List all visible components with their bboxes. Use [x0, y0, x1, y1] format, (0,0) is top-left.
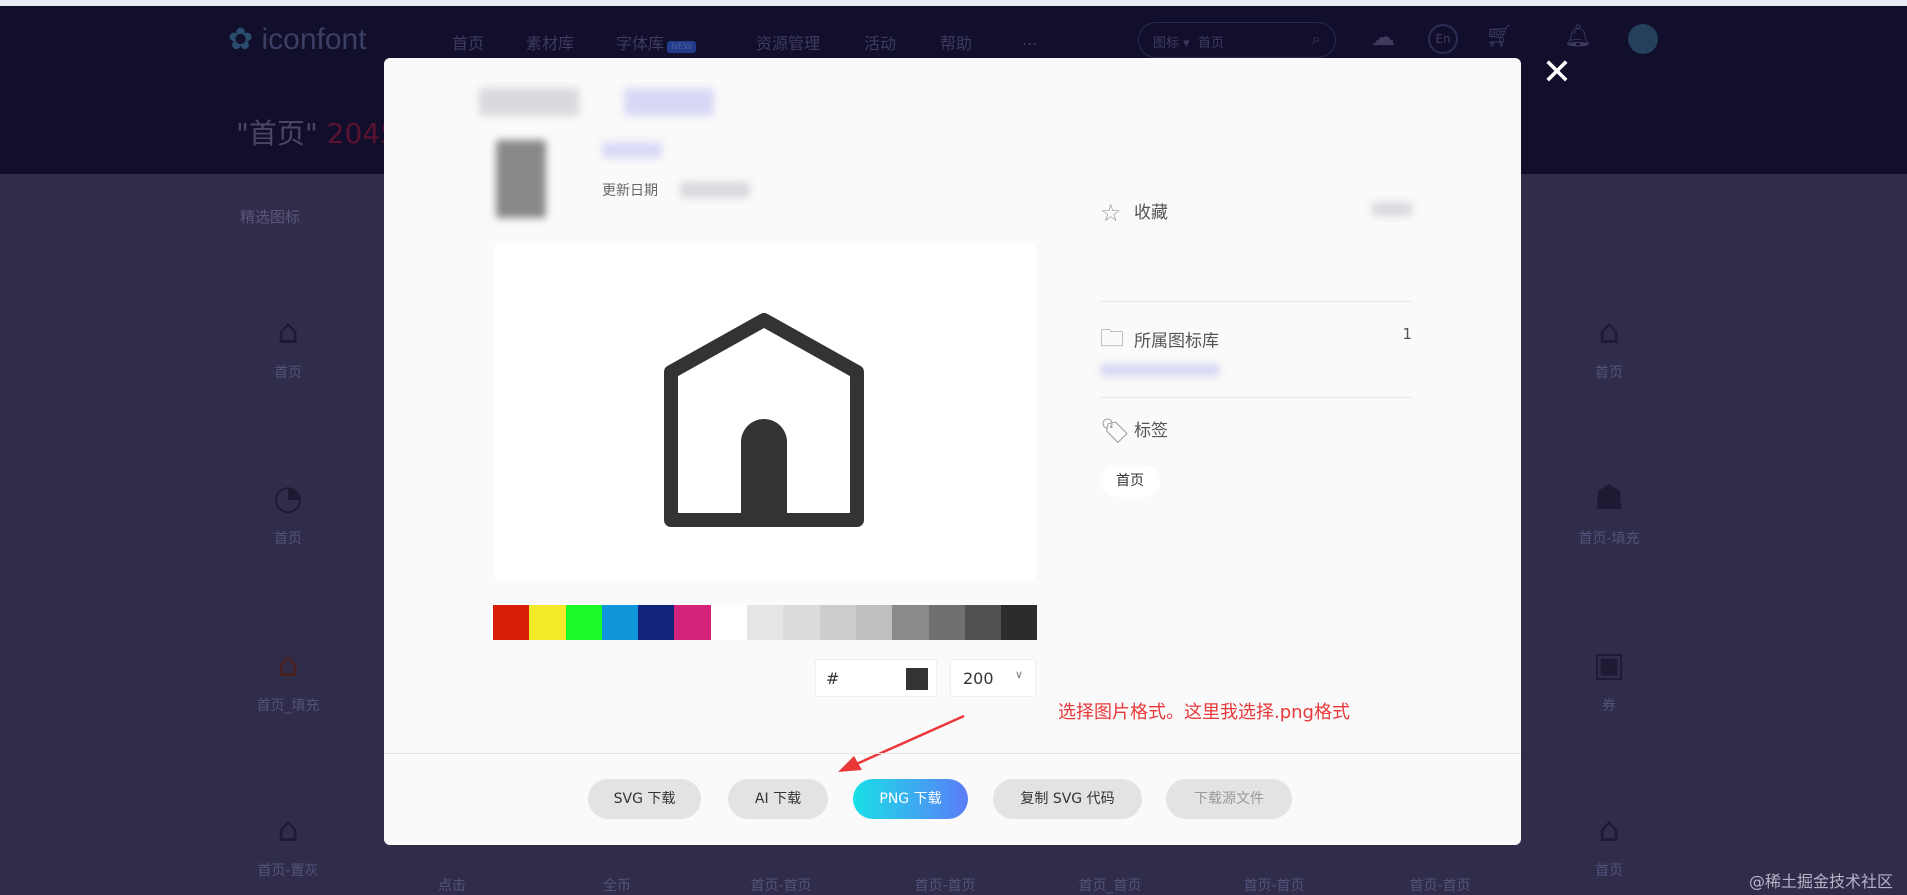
- bg-icon-card[interactable]: ◔ 首页: [208, 478, 368, 548]
- redacted-date: [680, 182, 750, 198]
- nav-resources[interactable]: 资源管理: [756, 30, 820, 54]
- nav-more[interactable]: ...: [1022, 30, 1037, 49]
- color-swatch[interactable]: [565, 605, 602, 640]
- watermark: @稀土掘金技术社区: [1748, 872, 1893, 891]
- hex-color-input[interactable]: #: [815, 659, 937, 697]
- site-logo[interactable]: ✿ iconfont: [228, 22, 367, 57]
- copy-svg-code-button[interactable]: 复制 SVG 代码: [993, 779, 1142, 819]
- png-download-button[interactable]: PNG 下载: [853, 779, 968, 819]
- redacted-favorite-count: [1372, 202, 1412, 216]
- search-box[interactable]: 图标 ▾ 首页 ⌕: [1138, 22, 1336, 58]
- home-icon: [664, 313, 864, 527]
- color-swatch[interactable]: [493, 605, 530, 640]
- home-filled-icon: ☗: [1593, 478, 1625, 518]
- icon-preview: [493, 244, 1036, 580]
- bg-icon-card[interactable]: ▣ 券: [1529, 645, 1689, 715]
- color-swatch[interactable]: [855, 605, 893, 640]
- color-swatch[interactable]: [710, 605, 748, 640]
- home-smile-icon: ⌂: [277, 810, 299, 850]
- annotation-text: 选择图片格式。这里我选择.png格式: [1058, 702, 1350, 723]
- color-swatch[interactable]: [747, 605, 784, 640]
- nav-fonts[interactable]: 字体库 NEW: [616, 30, 697, 54]
- close-icon[interactable]: ✕: [1540, 55, 1574, 92]
- bg-icon-card[interactable]: ⌂ 首页_填充: [208, 645, 368, 715]
- home-icon: ⌂: [277, 312, 299, 352]
- download-source-button[interactable]: 下载源文件: [1166, 779, 1292, 819]
- bg-icon-card[interactable]: ⌂ 首页-置灰: [208, 810, 368, 880]
- bg-icon-card[interactable]: ☗ 首页-填充: [1529, 478, 1689, 548]
- divider: [1100, 301, 1412, 302]
- redacted-author-link: [624, 88, 714, 116]
- home-icon: ⌂: [1598, 312, 1620, 352]
- nav-home[interactable]: 首页: [452, 30, 484, 54]
- bg-icon-label[interactable]: 全币: [537, 875, 697, 895]
- current-color-swatch[interactable]: [906, 668, 928, 690]
- bg-icon-card[interactable]: ⌂ 首页: [1529, 810, 1689, 880]
- bell-icon[interactable]: 🔔︎: [1563, 24, 1593, 54]
- nav-activities[interactable]: 活动: [864, 30, 896, 54]
- footer-divider: [384, 753, 1521, 754]
- avatar[interactable]: [1628, 24, 1658, 54]
- cart-icon[interactable]: 🛒︎: [1484, 24, 1514, 54]
- library-row: 🗀 所属图标库 1: [1100, 321, 1412, 362]
- color-palette: [493, 605, 1038, 640]
- color-swatch[interactable]: [964, 605, 1002, 640]
- bg-icon-label[interactable]: 首页-首页: [1194, 875, 1354, 895]
- color-swatch[interactable]: [638, 605, 675, 640]
- chevron-down-icon: ∨: [1014, 668, 1023, 681]
- home-filled-icon: ⌂: [277, 645, 299, 685]
- bg-icon-label[interactable]: 首页-首页: [1360, 875, 1520, 895]
- ai-download-button[interactable]: AI 下载: [728, 779, 828, 819]
- color-swatch[interactable]: [674, 605, 711, 640]
- svg-download-button[interactable]: SVG 下载: [588, 779, 701, 819]
- tag-icon: 🏷︎: [1100, 417, 1131, 445]
- divider: [1100, 397, 1412, 398]
- bg-icon-label[interactable]: 首页-首页: [865, 875, 1025, 895]
- update-date-label: 更新日期: [602, 183, 658, 199]
- color-swatch[interactable]: [819, 605, 856, 640]
- annotation-arrow: [838, 714, 965, 772]
- star-icon: ☆: [1100, 199, 1122, 227]
- pig-icon: ◔: [273, 478, 303, 518]
- bg-icon-label[interactable]: 首页_首页: [1030, 875, 1190, 895]
- redacted-library-link[interactable]: [1100, 364, 1220, 376]
- size-select[interactable]: 200 ∨: [950, 659, 1036, 697]
- search-type-select[interactable]: 图标 ▾: [1153, 36, 1190, 51]
- favorite-row[interactable]: ☆ 收藏: [1100, 198, 1412, 227]
- bg-icon-card[interactable]: ⌂ 首页: [1529, 312, 1689, 382]
- color-swatch[interactable]: [892, 605, 929, 640]
- language-toggle[interactable]: En: [1428, 24, 1458, 54]
- tag-chip[interactable]: 首页: [1100, 465, 1160, 497]
- bg-icon-label[interactable]: 首页-首页: [701, 875, 861, 895]
- redacted-icon-name: [479, 88, 579, 116]
- nav-materials[interactable]: 素材库: [526, 30, 574, 54]
- search-input[interactable]: 首页: [1198, 36, 1224, 51]
- logo-text: iconfont: [261, 23, 367, 56]
- library-count: 1: [1402, 325, 1412, 343]
- color-swatch[interactable]: [529, 605, 566, 640]
- redacted-author: [602, 142, 662, 158]
- search-icon[interactable]: ⌕: [1312, 29, 1321, 49]
- filter-featured[interactable]: 精选图标: [240, 206, 300, 227]
- color-swatch[interactable]: [601, 605, 639, 640]
- tags-row: 🏷︎ 标签: [1100, 417, 1168, 445]
- bg-icon-card[interactable]: ⌂ 首页: [208, 312, 368, 382]
- color-swatch[interactable]: [928, 605, 965, 640]
- folder-list-icon: 🗀: [1100, 324, 1124, 352]
- nav-help[interactable]: 帮助: [940, 30, 972, 54]
- new-badge: NEW: [667, 41, 697, 53]
- icon-detail-modal: 更新日期 # 200 ∨ 选择图片格式。这里我选择.png格式 ☆ 收藏 🗀 所属图标…: [384, 58, 1521, 845]
- color-swatch[interactable]: [783, 605, 820, 640]
- bg-icon-label[interactable]: 点击: [372, 875, 532, 895]
- page-title: "首页" 2045: [236, 117, 398, 150]
- nav-fonts-label: 字体库: [616, 34, 665, 53]
- color-swatch[interactable]: [1001, 605, 1038, 640]
- upload-icon[interactable]: ☁: [1368, 24, 1398, 54]
- home-outline-icon: ⌂: [1598, 810, 1620, 850]
- coupon-icon: ▣: [1592, 645, 1626, 685]
- redacted-avatar: [496, 140, 546, 218]
